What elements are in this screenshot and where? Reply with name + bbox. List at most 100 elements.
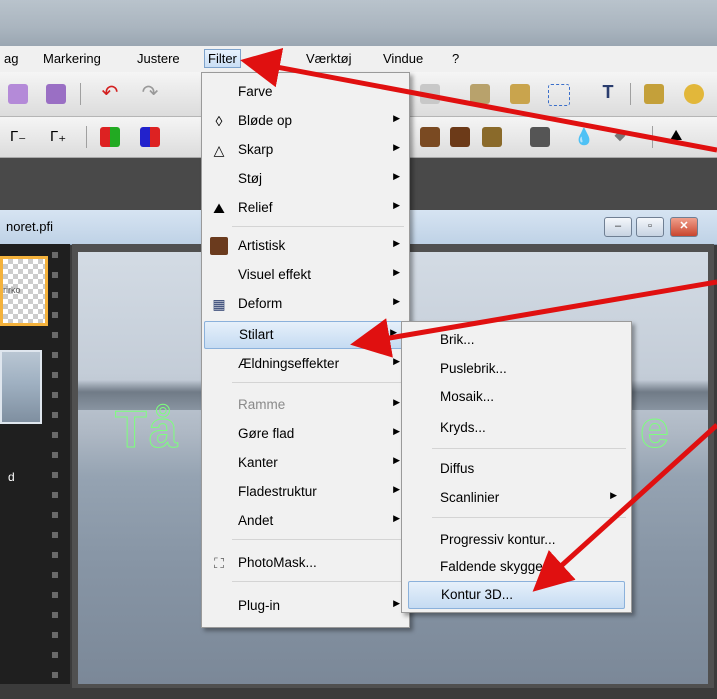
filter-item-farve[interactable]: Farve (202, 79, 409, 105)
thumbnail-text: rirko (3, 285, 21, 295)
menubar: ag Markering Justere Filter Vis Værktøj … (0, 46, 717, 73)
filter-item-kanter[interactable]: Kanter ▶ (202, 450, 409, 476)
layer-label: d (8, 470, 15, 484)
undo-icon[interactable]: ↶ (100, 83, 120, 104)
menu-separator (432, 517, 626, 518)
relief-toolbar-icon[interactable]: ⛰ (666, 127, 686, 147)
menu-billede[interactable]: ag (4, 51, 18, 66)
stilart-item-kontur-3d[interactable]: Kontur 3D... (408, 581, 625, 609)
color-balance-icon[interactable] (100, 127, 120, 147)
toolbar-separator (630, 83, 631, 105)
filter-item-relief[interactable]: ⛰ Relief ▶ (202, 195, 409, 221)
filter-item-skarp[interactable]: △ Skarp ▶ (202, 137, 409, 163)
menu-vindue[interactable]: Vindue (383, 51, 423, 66)
filter-item-plug-in[interactable]: Plug-in ▶ (202, 593, 409, 619)
toolbar-separator (86, 126, 87, 148)
menu-separator (232, 382, 404, 383)
portrait-icon (210, 237, 228, 255)
text-tool-icon[interactable]: T (598, 82, 618, 102)
submenu-arrow-icon: ▶ (393, 513, 400, 523)
menu-separator (232, 539, 404, 540)
scan-icon[interactable] (46, 84, 66, 104)
selection-text-right: e (640, 401, 671, 460)
mosaic-icon[interactable] (450, 127, 470, 147)
menu-separator (232, 226, 404, 227)
menu-vaerktoj[interactable]: Værktøj (306, 51, 352, 66)
filter-item-artistisk[interactable]: Artistisk ▶ (202, 233, 409, 259)
relief-icon: ⛰ (213, 200, 225, 216)
filter-item-fladestruktur[interactable]: Fladestruktur ▶ (202, 479, 409, 505)
maximize-button[interactable]: ▫ (636, 217, 664, 237)
minimize-button[interactable]: – (604, 217, 632, 237)
layers-icon[interactable] (644, 84, 664, 104)
filter-item-deform[interactable]: ▦ Deform ▶ (202, 291, 409, 317)
filter-item-aeldningseffekter[interactable]: Ældningseffekter ▶ (202, 351, 409, 377)
filter-item-blode-op[interactable]: ◊ Bløde op ▶ (202, 108, 409, 134)
print-icon[interactable] (8, 84, 28, 104)
submenu-arrow-icon: ▶ (393, 200, 400, 210)
menu-vis[interactable]: Vis (263, 51, 281, 66)
filter-item-gore-flad[interactable]: Gøre flad ▶ (202, 421, 409, 447)
selection-text-left: Tå (115, 401, 180, 460)
drop-outline-icon: ◊ (215, 113, 223, 129)
layer-thumbnail-text[interactable]: rirko (0, 256, 48, 326)
menu-markering[interactable]: Markering (43, 51, 101, 66)
submenu-arrow-icon: ▶ (393, 455, 400, 465)
menu-separator (432, 448, 626, 449)
stilart-item-kryds[interactable]: Kryds... (402, 415, 631, 441)
stilart-item-faldende-skygge[interactable]: Faldende skygge... (402, 554, 631, 580)
tool-icon[interactable] (420, 84, 440, 104)
copy-icon[interactable] (470, 84, 490, 104)
effect-icon[interactable] (684, 84, 704, 104)
select-icon[interactable] (548, 84, 570, 106)
stilart-item-progressiv-kontur[interactable]: Progressiv kontur... (402, 527, 631, 553)
menu-filter[interactable]: Filter (204, 49, 241, 68)
stilart-item-puslebrik[interactable]: Puslebrik... (402, 356, 631, 382)
menu-help[interactable]: ? (452, 51, 459, 66)
submenu-arrow-icon: ▶ (393, 426, 400, 436)
filter-item-ramme[interactable]: Ramme ▶ (202, 392, 409, 418)
stilart-item-mosaik[interactable]: Mosaik... (402, 384, 631, 410)
stilart-item-scanlinier[interactable]: Scanlinier ▶ (402, 485, 631, 511)
submenu-arrow-icon: ▶ (393, 296, 400, 306)
paste-icon[interactable] (510, 84, 530, 104)
filter-item-visuel-effekt[interactable]: Visuel effekt ▶ (202, 262, 409, 288)
texture-icon[interactable] (420, 127, 440, 147)
grid-icon: ▦ (212, 296, 226, 312)
curve-down-icon[interactable]: Γ₋ (10, 127, 30, 147)
menu-justere[interactable]: Justere (137, 51, 180, 66)
contrast-icon[interactable] (530, 127, 550, 147)
redo-icon[interactable]: ↷ (140, 83, 160, 104)
stilart-item-brik[interactable]: Brik... (402, 327, 631, 353)
submenu-arrow-icon: ▶ (393, 267, 400, 277)
document-title: noret.pfi (6, 219, 53, 234)
submenu-arrow-icon: ▶ (393, 171, 400, 181)
close-button[interactable]: ✕ (670, 217, 698, 237)
pattern-icon[interactable] (482, 127, 502, 147)
submenu-arrow-icon: ▶ (393, 142, 400, 152)
curve-up-icon[interactable]: Γ₊ (50, 127, 70, 147)
submenu-arrow-icon: ▶ (390, 327, 397, 337)
filter-item-andet[interactable]: Andet ▶ (202, 508, 409, 534)
filter-item-stilart[interactable]: Stilart ▶ (204, 321, 407, 349)
submenu-arrow-icon: ▶ (393, 113, 400, 123)
submenu-arrow-icon: ▶ (393, 598, 400, 608)
submenu-arrow-icon: ▶ (393, 484, 400, 494)
submenu-arrow-icon: ▶ (610, 490, 617, 500)
layer-thumbnail-background[interactable] (0, 350, 42, 424)
photomask-icon: ⛶ (214, 555, 224, 571)
app-titlebar (0, 0, 717, 46)
triangle-outline-icon: △ (213, 142, 225, 158)
filter-item-photomask[interactable]: ⛶ PhotoMask... (202, 550, 409, 576)
color-adjust-icon[interactable] (140, 127, 160, 147)
toolbar-separator (652, 126, 653, 148)
toolbar-separator (80, 83, 81, 105)
filter-dropdown-menu: Farve ◊ Bløde op ▶ △ Skarp ▶ Støj ▶ ⛰ Re… (201, 72, 410, 628)
stilart-submenu: Brik... Puslebrik... Mosaik... Kryds... … (401, 321, 632, 613)
sharpen-icon[interactable]: ⬥ (610, 127, 630, 147)
stilart-item-diffus[interactable]: Diffus (402, 456, 631, 482)
drop-icon[interactable]: 💧 (574, 127, 594, 147)
filter-item-stoj[interactable]: Støj ▶ (202, 166, 409, 192)
submenu-arrow-icon: ▶ (393, 397, 400, 407)
submenu-arrow-icon: ▶ (393, 238, 400, 248)
